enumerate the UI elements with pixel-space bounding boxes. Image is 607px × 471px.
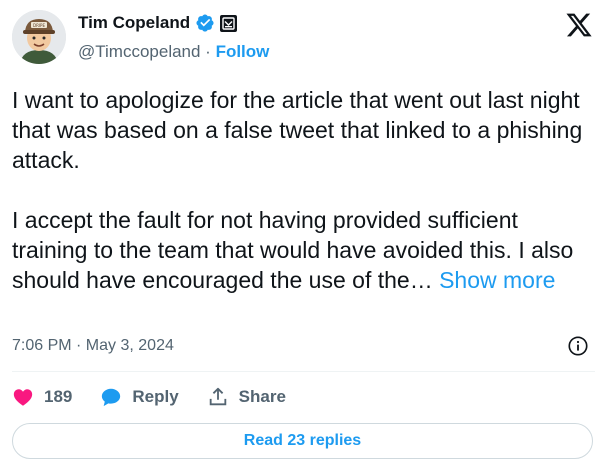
reply-bubble-icon (102, 388, 121, 407)
tweet-body: I want to apologize for the article that… (12, 85, 597, 295)
tweet-paragraph-1: I want to apologize for the article that… (12, 87, 583, 173)
share-icon (209, 387, 226, 406)
avatar-cap-text: DRIPE (33, 23, 45, 28)
like-count: 189 (44, 387, 73, 406)
tweet-paragraph-2: I accept the fault for not having provid… (12, 205, 597, 295)
reply-button[interactable]: Reply (100, 386, 179, 408)
affiliate-badge-icon (220, 14, 238, 32)
tweet-card: DRIPE Tim Copeland @Timccopeland · Follo… (0, 0, 607, 471)
info-icon[interactable] (567, 335, 589, 357)
heart-icon (13, 389, 33, 406)
tweet-timestamp[interactable]: 7:06 PM · May 3, 2024 (12, 337, 174, 355)
handle-separator: · (200, 42, 216, 61)
author-handle-row: @Timccopeland · Follow (78, 42, 269, 62)
read-replies-button[interactable]: Read 23 replies (12, 423, 593, 459)
author-handle[interactable]: @Timccopeland (78, 42, 200, 62)
x-logo-icon[interactable] (565, 11, 593, 39)
show-more-link[interactable]: Show more (439, 267, 555, 293)
follow-button[interactable]: Follow (216, 42, 270, 62)
share-button[interactable]: Share (207, 386, 286, 408)
author-name[interactable]: Tim Copeland (78, 13, 190, 33)
tweet-actions: 189 Reply Share (12, 385, 314, 409)
like-button[interactable]: 189 (12, 386, 72, 408)
author-name-row: Tim Copeland (78, 13, 238, 33)
share-label: Share (238, 387, 286, 406)
avatar[interactable]: DRIPE (12, 10, 66, 64)
verified-badge-icon (196, 14, 214, 32)
reply-label: Reply (132, 387, 179, 406)
divider (12, 371, 595, 372)
